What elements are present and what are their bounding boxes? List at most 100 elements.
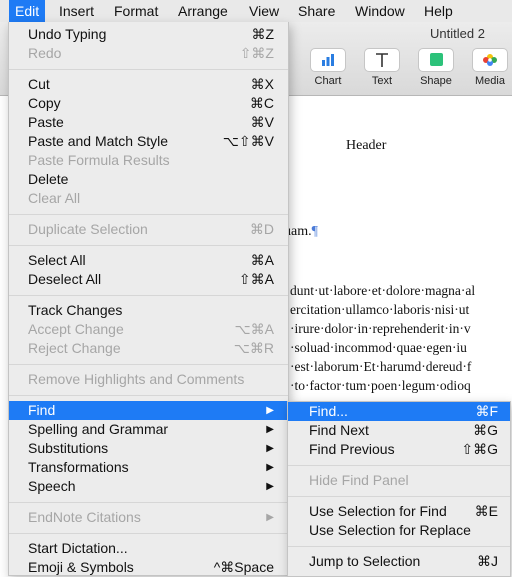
menu-item-label: Track Changes	[28, 302, 123, 318]
body-text-line[interactable]: dunt·ut·labore·et·dolore·magna·al	[290, 283, 475, 299]
shortcut-label: ⌘Z	[251, 26, 274, 42]
text-icon	[364, 48, 400, 72]
shortcut-label: ⌘X	[250, 76, 274, 92]
menu-item-label: Use Selection for Find	[309, 503, 447, 519]
menu-separator	[9, 295, 288, 296]
menu-item-select-all[interactable]: Select All ⌘A	[9, 251, 288, 270]
menu-item-endnote-citations: EndNote Citations ▶	[9, 508, 288, 527]
menu-edit[interactable]: Edit	[9, 0, 46, 22]
shortcut-label: ⌘F	[475, 403, 498, 419]
menu-item-paste-and-match-style[interactable]: Paste and Match Style ⌥⇧⌘V	[9, 132, 288, 151]
menu-item-label: Cut	[28, 76, 50, 92]
menu-insert[interactable]: Insert	[53, 0, 100, 22]
shape-icon	[418, 48, 454, 72]
menu-item-deselect-all[interactable]: Deselect All ⇧⌘A	[9, 270, 288, 289]
menu-arrange[interactable]: Arrange	[172, 0, 234, 22]
shortcut-label: ⌘A	[250, 252, 274, 268]
submenu-item-find[interactable]: Find... ⌘F	[288, 402, 510, 421]
body-text-line[interactable]: ·irure·dolor·in·reprehenderit·in·v	[290, 321, 471, 337]
submenu-arrow-icon: ▶	[266, 424, 274, 435]
pilcrow-mark: ¶	[311, 224, 318, 239]
menu-separator	[288, 496, 510, 497]
menu-item-substitutions[interactable]: Substitutions ▶	[9, 439, 288, 458]
menu-separator	[9, 533, 288, 534]
menu-item-label: Substitutions	[28, 440, 109, 456]
text-label: Text	[371, 75, 393, 87]
menu-item-cut[interactable]: Cut ⌘X	[9, 75, 288, 94]
menu-item-delete[interactable]: Delete	[9, 170, 288, 189]
menu-item-label: EndNote Citations	[28, 509, 141, 525]
submenu-item-use-selection-for-find[interactable]: Use Selection for Find ⌘E	[288, 502, 510, 521]
document-text-line[interactable]: uam.¶	[284, 224, 318, 240]
shortcut-label: ^⌘Space	[213, 559, 274, 575]
chart-label: Chart	[314, 75, 342, 87]
submenu-item-find-previous[interactable]: Find Previous ⇧⌘G	[288, 440, 510, 459]
menu-item-remove-highlights: Remove Highlights and Comments	[9, 370, 288, 389]
menu-item-transformations[interactable]: Transformations ▶	[9, 458, 288, 477]
chart-icon	[310, 48, 346, 72]
menu-item-label: Remove Highlights and Comments	[28, 371, 245, 387]
menu-item-label: Speech	[28, 478, 76, 494]
menu-item-paste[interactable]: Paste ⌘V	[9, 113, 288, 132]
menu-item-label: Transformations	[28, 459, 129, 475]
submenu-item-jump-to-selection[interactable]: Jump to Selection ⌘J	[288, 552, 510, 571]
shortcut-label: ⇧⌘Z	[239, 45, 274, 61]
menu-format[interactable]: Format	[108, 0, 164, 22]
menu-item-emoji-and-symbols[interactable]: Emoji & Symbols ^⌘Space	[9, 558, 288, 577]
menu-item-find[interactable]: Find ▶	[9, 401, 288, 420]
menu-item-start-dictation[interactable]: Start Dictation...	[9, 539, 288, 558]
shortcut-label: ⌘E	[474, 503, 498, 519]
shortcut-label: ⌘D	[249, 221, 274, 237]
shape-button[interactable]: Shape	[413, 48, 459, 87]
text-button[interactable]: Text	[359, 48, 405, 87]
shortcut-label: ⌘C	[249, 95, 274, 111]
shortcut-label: ⇧⌘A	[238, 271, 274, 287]
menu-separator	[9, 502, 288, 503]
submenu-arrow-icon: ▶	[266, 462, 274, 473]
body-text-line[interactable]: ·est·laborum·Et·harumd·dereud·f	[290, 359, 471, 375]
edit-menu: Undo Typing ⌘Z Redo ⇧⌘Z Cut ⌘X Copy ⌘C Paste…	[8, 22, 289, 576]
body-text-line[interactable]: ·soluad·incommod·quae·egen·iu	[290, 340, 467, 356]
menu-item-copy[interactable]: Copy ⌘C	[9, 94, 288, 113]
submenu-arrow-icon: ▶	[266, 443, 274, 454]
menu-view[interactable]: View	[243, 0, 285, 22]
menu-item-label: Clear All	[28, 190, 81, 206]
menu-item-label: Undo Typing	[28, 26, 107, 42]
menu-item-label: Duplicate Selection	[28, 221, 148, 237]
menu-item-label: Spelling and Grammar	[28, 421, 169, 437]
menu-item-redo: Redo ⇧⌘Z	[9, 44, 288, 63]
menu-separator	[9, 395, 288, 396]
menu-item-undo-typing[interactable]: Undo Typing ⌘Z	[9, 25, 288, 44]
shortcut-label: ⌘J	[477, 553, 498, 569]
body-text-line[interactable]: ·to·factor·tum·poen·legum·odioq	[290, 378, 471, 394]
submenu-item-find-next[interactable]: Find Next ⌘G	[288, 421, 510, 440]
shortcut-label: ⌥⌘A	[234, 321, 274, 337]
menu-item-label: Find...	[309, 403, 348, 419]
submenu-arrow-icon: ▶	[266, 405, 274, 416]
media-icon	[472, 48, 508, 72]
submenu-arrow-icon: ▶	[266, 481, 274, 492]
chart-button[interactable]: Chart	[305, 48, 351, 87]
menu-item-label: Start Dictation...	[28, 540, 128, 556]
menu-item-track-changes[interactable]: Track Changes	[9, 301, 288, 320]
menu-window[interactable]: Window	[349, 0, 411, 22]
menu-separator	[9, 364, 288, 365]
menu-share[interactable]: Share	[292, 0, 341, 22]
body-text-line[interactable]: ercitation·ullamco·laboris·nisi·ut	[290, 302, 469, 318]
menu-item-spelling-and-grammar[interactable]: Spelling and Grammar ▶	[9, 420, 288, 439]
shortcut-label: ⇧⌘G	[461, 441, 498, 457]
menu-help[interactable]: Help	[418, 0, 459, 22]
media-button[interactable]: Media	[467, 48, 512, 87]
menu-item-label: Find Previous	[309, 441, 395, 457]
menu-item-label: Copy	[28, 95, 61, 111]
menu-item-accept-change: Accept Change ⌥⌘A	[9, 320, 288, 339]
menu-item-label: Find Next	[309, 422, 369, 438]
shortcut-label: ⌥⇧⌘V	[222, 133, 274, 149]
menu-item-label: Jump to Selection	[309, 553, 421, 569]
submenu-item-use-selection-for-replace[interactable]: Use Selection for Replace	[288, 521, 510, 540]
page-header-text[interactable]: Header	[346, 138, 386, 154]
menu-item-speech[interactable]: Speech ▶	[9, 477, 288, 496]
menu-item-label: Use Selection for Replace	[309, 522, 471, 538]
menu-item-duplicate-selection: Duplicate Selection ⌘D	[9, 220, 288, 239]
find-submenu: Find... ⌘F Find Next ⌘G Find Previous ⇧⌘G H…	[287, 401, 511, 577]
